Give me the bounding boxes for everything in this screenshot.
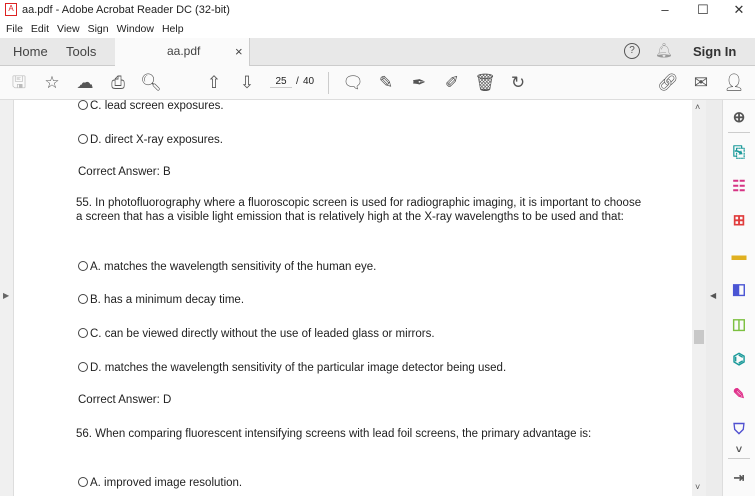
answer-option[interactable]: A. matches the wavelength sensitivity of… — [78, 261, 376, 273]
answer-option[interactable]: C. lead screen exposures. — [78, 100, 224, 112]
tab-tools[interactable]: Tools — [66, 44, 96, 59]
zoom-icon[interactable]: ⊕ — [729, 108, 749, 128]
window-title: aa.pdf - Adobe Acrobat Reader DC (32-bit… — [22, 4, 230, 16]
tab-document[interactable]: aa.pdf × — [115, 38, 250, 66]
toolbar: 🖫 ☆ ☁ ⎙ 🔍︎ ⇧ ⇩ 25 / 40 🗨 ✎ ✒ ✐ 🗑 ↻ 🔗︎ ✉ … — [0, 66, 755, 100]
title-bar: A aa.pdf - Adobe Acrobat Reader DC (32-b… — [0, 0, 755, 20]
sign-pen-icon[interactable]: ✒ — [408, 72, 430, 94]
answer-option[interactable]: A. improved image resolution. — [78, 477, 242, 489]
left-panel-toggle[interactable]: ▶ — [0, 100, 14, 496]
page-number-input[interactable]: 25 — [270, 76, 292, 88]
acrobat-logo-icon: A — [5, 3, 17, 16]
menu-sign[interactable]: Sign — [88, 20, 109, 38]
tab-bar: Home Tools aa.pdf × ? 🔔︎ Sign In — [0, 38, 755, 66]
close-button[interactable]: ✕ — [724, 2, 754, 18]
correct-answer: Correct Answer: B — [78, 166, 171, 178]
protect-icon[interactable]: ⛉ — [729, 420, 749, 440]
question-text: a screen that has a visible light emissi… — [76, 211, 624, 223]
notification-bell-icon[interactable]: 🔔︎ — [655, 42, 673, 59]
fill-sign-icon[interactable]: ✎ — [729, 385, 749, 405]
pdf-page: C. lead screen exposures. D. direct X-ra… — [14, 100, 692, 496]
next-page-icon[interactable]: ⇩ — [236, 72, 258, 94]
menu-file[interactable]: File — [6, 20, 23, 38]
highlight-pen-icon[interactable]: ✎ — [375, 72, 397, 94]
create-pdf-icon[interactable]: ⊞ — [729, 211, 749, 231]
question-text: 56. When comparing fluorescent intensify… — [76, 428, 592, 440]
tab-home[interactable]: Home — [13, 44, 48, 59]
save-icon[interactable]: 🖫 — [8, 72, 30, 94]
answer-option[interactable]: D. matches the wavelength sensitivity of… — [78, 362, 506, 374]
expand-right-icon[interactable]: ▶ — [3, 291, 9, 300]
print-icon[interactable]: ⎙ — [107, 72, 129, 94]
menu-view[interactable]: View — [57, 20, 80, 38]
export-pdf-icon[interactable]: ⎘ — [729, 143, 749, 163]
add-user-icon[interactable]: 👤︎ — [723, 72, 745, 94]
divider — [728, 458, 750, 459]
edit-pdf-icon[interactable]: ✐ — [441, 72, 463, 94]
answer-option[interactable]: B. has a minimum decay time. — [78, 294, 244, 306]
toolbar-divider — [328, 72, 329, 94]
maximize-button[interactable]: ☐ — [688, 2, 718, 18]
answer-option[interactable]: C. can be viewed directly without the us… — [78, 328, 435, 340]
scroll-down-icon[interactable]: ˅ — [695, 482, 700, 492]
previous-page-icon[interactable]: ⇧ — [203, 72, 225, 94]
comment-icon[interactable]: ▬ — [729, 246, 749, 266]
collapse-left-icon[interactable]: ◀ — [710, 291, 716, 300]
combine-files-icon[interactable]: ◧ — [729, 280, 749, 300]
question-text: 55. In photofluorography where a fluoros… — [76, 197, 642, 209]
comment-icon[interactable]: 🗨 — [342, 72, 364, 94]
bookmark-star-icon[interactable]: ☆ — [41, 72, 63, 94]
share-link-icon[interactable]: 🔗︎ — [657, 72, 679, 94]
compress-icon[interactable]: ◫ — [729, 315, 749, 335]
scroll-up-icon[interactable]: ˄ — [695, 102, 700, 112]
answer-option[interactable]: D. direct X-ray exposures. — [78, 134, 223, 146]
menu-bar: File Edit View Sign Window Help — [0, 20, 755, 38]
rotate-icon[interactable]: ↻ — [507, 72, 529, 94]
page-separator: / — [296, 76, 299, 87]
vertical-scrollbar[interactable]: ˄ ˅ — [692, 100, 706, 496]
delete-icon[interactable]: 🗑 — [474, 72, 496, 94]
minimize-button[interactable]: – — [650, 2, 680, 17]
collapse-pane-icon[interactable]: ⇥ — [729, 468, 749, 488]
more-tools-chevron-down-icon[interactable]: ˅ — [729, 440, 749, 460]
scan-icon[interactable]: ⌬ — [729, 350, 749, 370]
page-total: 40 — [303, 76, 315, 87]
menu-edit[interactable]: Edit — [31, 20, 49, 38]
tab-close-button[interactable]: × — [235, 44, 243, 59]
sign-in-button[interactable]: Sign In — [693, 44, 736, 59]
help-icon[interactable]: ? — [624, 43, 640, 59]
upload-cloud-icon[interactable]: ☁ — [74, 72, 96, 94]
tools-pane: ⊕ ⎘ ☷ ⊞ ▬ ◧ ◫ ⌬ ✎ ⛉ ˅ ⇥ — [722, 100, 755, 496]
menu-help[interactable]: Help — [162, 20, 184, 38]
divider — [728, 132, 750, 133]
email-icon[interactable]: ✉ — [690, 72, 712, 94]
organize-pages-icon[interactable]: ☷ — [729, 177, 749, 197]
scrollbar-thumb[interactable] — [694, 330, 704, 344]
menu-window[interactable]: Window — [117, 20, 154, 38]
correct-answer: Correct Answer: D — [78, 394, 172, 406]
search-icon[interactable]: 🔍︎ — [140, 72, 162, 94]
tab-document-label: aa.pdf — [167, 44, 201, 58]
right-panel-toggle[interactable]: ◀ — [706, 100, 722, 496]
